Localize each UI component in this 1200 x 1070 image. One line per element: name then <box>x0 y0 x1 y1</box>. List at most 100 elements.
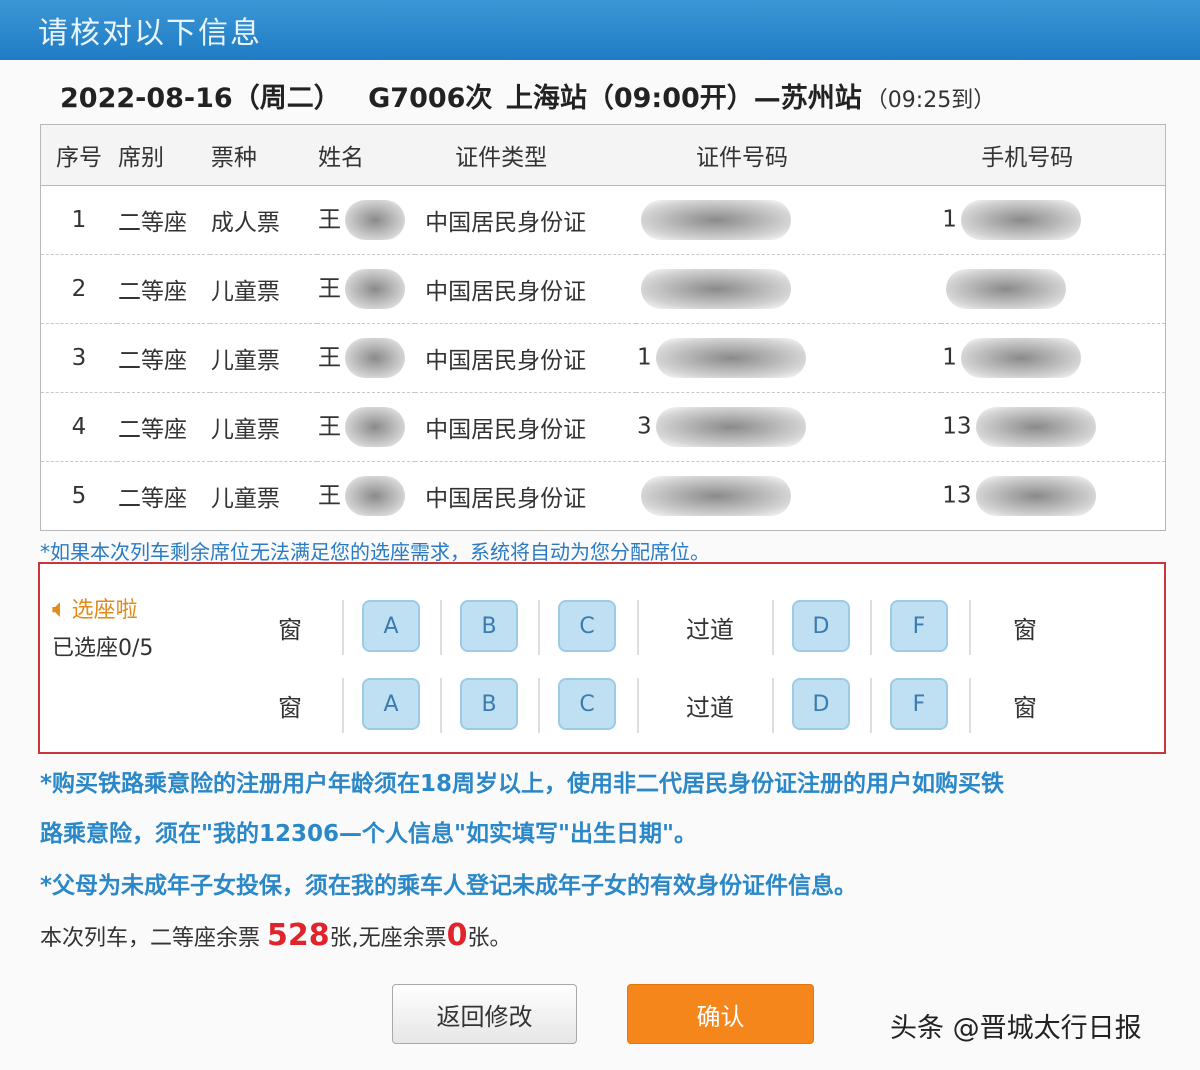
cell-phone: 13 <box>941 392 1166 462</box>
cell-phone: 1 <box>941 323 1166 393</box>
cell-idtype: 中国居民身份证 <box>415 323 636 393</box>
idno-text: 3 <box>636 413 652 440</box>
cell-seat: 二等座 <box>116 254 210 324</box>
seat-b[interactable]: B <box>460 600 518 652</box>
redaction-blur <box>344 269 405 310</box>
cell-name: 王 <box>316 323 416 393</box>
redaction-blur <box>640 476 791 516</box>
window-right-label: 窗 <box>1013 615 1037 644</box>
redaction-blur <box>655 338 806 378</box>
aisle-label: 过道 <box>686 693 734 722</box>
cell-ticket: 儿童票 <box>209 392 317 462</box>
seat-select-text: 选座啦 <box>71 598 138 623</box>
cell-no: 2 <box>40 254 117 324</box>
seat-divider <box>772 678 774 733</box>
cell-seat: 二等座 <box>116 323 210 393</box>
seat-allocation-hint: *如果本次列车剩余席位无法满足您的选座需求，系统将自动为您分配席位。 <box>40 540 710 564</box>
redaction-blur <box>344 407 405 448</box>
trip-info: 2022-08-16（周二） G7006次 上海站（09:00开）—苏州站 （09… <box>60 76 999 116</box>
seat-f[interactable]: F <box>890 600 948 652</box>
phone-text: 13 <box>942 413 972 440</box>
no-seat-count: 0 <box>446 918 468 953</box>
cell-phone <box>941 254 1166 324</box>
insurance-notice-3: *父母为未成年子女投保，须在我的乘车人登记未成年子女的有效身份证件信息。 <box>40 873 858 899</box>
window-right-label: 窗 <box>1013 693 1037 722</box>
cell-name: 王 <box>316 185 416 255</box>
trip-date: 2022-08-16（周二） <box>60 83 341 114</box>
redaction-blur <box>344 200 405 241</box>
dialog-header: 请核对以下信息 <box>0 0 1200 60</box>
aisle-label: 过道 <box>686 615 734 644</box>
cell-name: 王 <box>316 254 416 324</box>
seat-d[interactable]: D <box>792 678 850 730</box>
table-row: 5 二等座 儿童票 王 中国居民身份证 13 <box>41 462 1166 531</box>
col-header-seat: 席别 <box>116 124 210 186</box>
col-header-idno: 证件号码 <box>635 124 942 186</box>
name-text: 王 <box>317 206 341 233</box>
table-row: 1 二等座 成人票 王 中国居民身份证 1 <box>40 185 1166 255</box>
seat-divider <box>538 600 540 655</box>
seat-c[interactable]: C <box>558 678 616 730</box>
redaction-blur <box>960 200 1081 240</box>
cell-no: 4 <box>40 392 117 462</box>
cell-idno: 1 <box>635 323 942 393</box>
back-edit-button[interactable]: 返回修改 <box>392 984 577 1044</box>
speaker-icon: 🔈︎ <box>52 594 68 624</box>
redaction-blur <box>640 200 791 240</box>
insurance-notice-2: 路乘意险，须在"我的12306—个人信息"如实填写"出生日期"。 <box>40 821 697 847</box>
seat-divider <box>342 600 344 655</box>
seat-divider <box>969 600 971 655</box>
seat-selection-panel: 🔈︎ 选座啦 已选座0/5 窗 A B C 过道 D F 窗 窗 A B C 过道… <box>38 562 1166 754</box>
name-text: 王 <box>317 275 341 302</box>
col-header-no: 序号 <box>40 124 117 186</box>
seat-d[interactable]: D <box>792 600 850 652</box>
table-header-row: 序号 席别 票种 姓名 证件类型 证件号码 手机号码 <box>40 124 1166 186</box>
remaining-tickets: 本次列车，二等座余票 528张,无座余票0张。 <box>40 918 512 953</box>
cell-idno <box>635 254 942 324</box>
phone-text: 1 <box>942 206 957 233</box>
cell-name: 王 <box>316 392 416 462</box>
confirm-button[interactable]: 确认 <box>627 984 814 1044</box>
redaction-blur <box>975 407 1096 447</box>
cell-no: 5 <box>71 483 87 509</box>
cell-ticket: 儿童票 <box>210 486 280 512</box>
dialog-title: 请核对以下信息 <box>38 16 262 51</box>
seat-divider <box>637 678 639 733</box>
trip-route: 上海站（09:00开）—苏州站 <box>505 83 862 114</box>
trip-train: G7006次 <box>368 83 493 114</box>
cell-idtype: 中国居民身份证 <box>425 486 587 512</box>
cell-idtype: 中国居民身份证 <box>415 392 636 462</box>
window-left-label: 窗 <box>278 693 302 722</box>
cell-ticket: 儿童票 <box>209 254 317 324</box>
phone-text: 1 <box>942 344 957 371</box>
passenger-table: 序号 席别 票种 姓名 证件类型 证件号码 手机号码 1 二等座 成人票 王 中… <box>40 124 1166 531</box>
col-header-ticket: 票种 <box>209 124 317 186</box>
table-row: 3 二等座 儿童票 王 中国居民身份证 1 1 <box>40 323 1166 393</box>
name-text: 王 <box>317 413 341 440</box>
redaction-blur <box>655 407 806 447</box>
seat-divider <box>342 678 344 733</box>
seat-c[interactable]: C <box>558 600 616 652</box>
seat-select-label: 🔈︎ 选座啦 <box>52 592 138 625</box>
cell-no: 1 <box>40 185 117 255</box>
seat-divider <box>538 678 540 733</box>
seat-divider <box>440 678 442 733</box>
cell-seat: 二等座 <box>116 185 210 255</box>
seat-row: 窗 A B C 过道 D F 窗 <box>240 592 1140 662</box>
cell-seat: 二等座 <box>117 486 187 512</box>
seat-a[interactable]: A <box>362 600 420 652</box>
remain-suffix: 张。 <box>467 926 512 951</box>
cell-phone: 1 <box>941 185 1166 255</box>
seat-b[interactable]: B <box>460 678 518 730</box>
seat-a[interactable]: A <box>362 678 420 730</box>
name-text: 王 <box>317 482 341 509</box>
watermark: 头条 @晋城太行日报 <box>890 1013 1142 1044</box>
redaction-blur <box>344 338 405 379</box>
seat-f[interactable]: F <box>890 678 948 730</box>
remain-prefix: 本次列车，二等座余票 <box>40 926 261 951</box>
cell-idtype: 中国居民身份证 <box>415 254 636 324</box>
window-left-label: 窗 <box>278 615 302 644</box>
cell-idno: 3 <box>635 392 942 462</box>
col-header-idtype: 证件类型 <box>415 124 636 186</box>
cell-no: 3 <box>40 323 117 393</box>
